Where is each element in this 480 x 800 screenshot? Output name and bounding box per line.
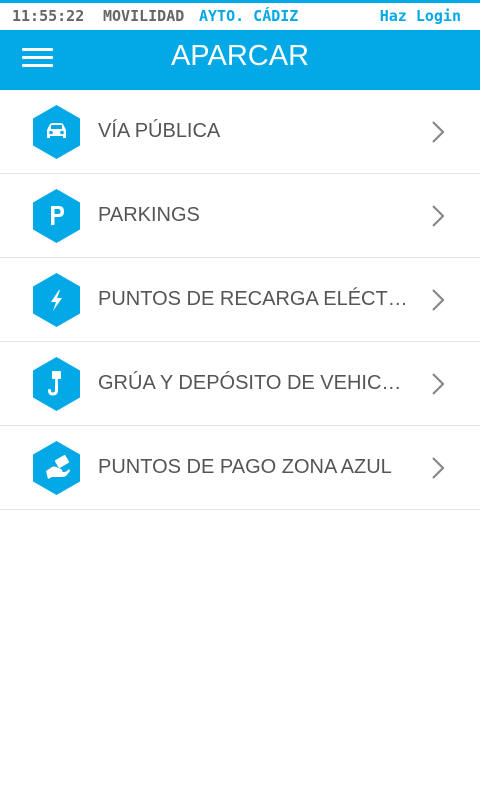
menu-item-label: GRÚA Y DEPÓSITO DE VEHICULOS — [98, 372, 410, 394]
menu-list: VÍA PÚBLICA PARKINGS PUNTOS DE RECARGA E… — [0, 90, 480, 510]
menu-item-label: PUNTOS DE PAGO ZONA AZUL — [98, 456, 392, 478]
status-movilidad: MOVILIDAD — [103, 7, 185, 25]
menu-item-grua-deposito[interactable]: GRÚA Y DEPÓSITO DE VEHICULOS — [0, 342, 480, 426]
page-title: APARCAR — [170, 40, 310, 72]
chevron-right-icon — [431, 120, 445, 144]
menu-item-pago-zona-azul[interactable]: PUNTOS DE PAGO ZONA AZUL — [0, 426, 480, 510]
payment-icon — [33, 441, 80, 495]
chevron-right-icon — [431, 456, 445, 480]
tow-hook-icon — [33, 357, 80, 411]
status-ayto: AYTO. CÁDIZ — [199, 7, 299, 25]
status-time: 11:55:22 — [12, 7, 85, 25]
chevron-right-icon — [431, 372, 445, 396]
chevron-right-icon — [431, 204, 445, 228]
lightning-icon — [33, 273, 80, 327]
app-header: APARCAR — [0, 30, 480, 90]
car-icon — [33, 105, 80, 159]
login-link[interactable]: Haz Login — [380, 7, 461, 25]
status-bar: 11:55:22 MOVILIDAD AYTO. CÁDIZ Haz Login — [0, 0, 480, 30]
chevron-right-icon — [431, 288, 445, 312]
menu-item-label: VÍA PÚBLICA — [98, 120, 221, 142]
menu-item-recarga-electrica[interactable]: PUNTOS DE RECARGA ELÉCTRICA — [0, 258, 480, 342]
parking-icon — [33, 189, 80, 243]
menu-item-label: PUNTOS DE RECARGA ELÉCTRICA — [98, 288, 410, 310]
menu-item-parkings[interactable]: PARKINGS — [0, 174, 480, 258]
menu-item-label: PARKINGS — [98, 204, 200, 226]
hamburger-menu-icon[interactable] — [22, 45, 53, 69]
menu-item-via-publica[interactable]: VÍA PÚBLICA — [0, 90, 480, 174]
